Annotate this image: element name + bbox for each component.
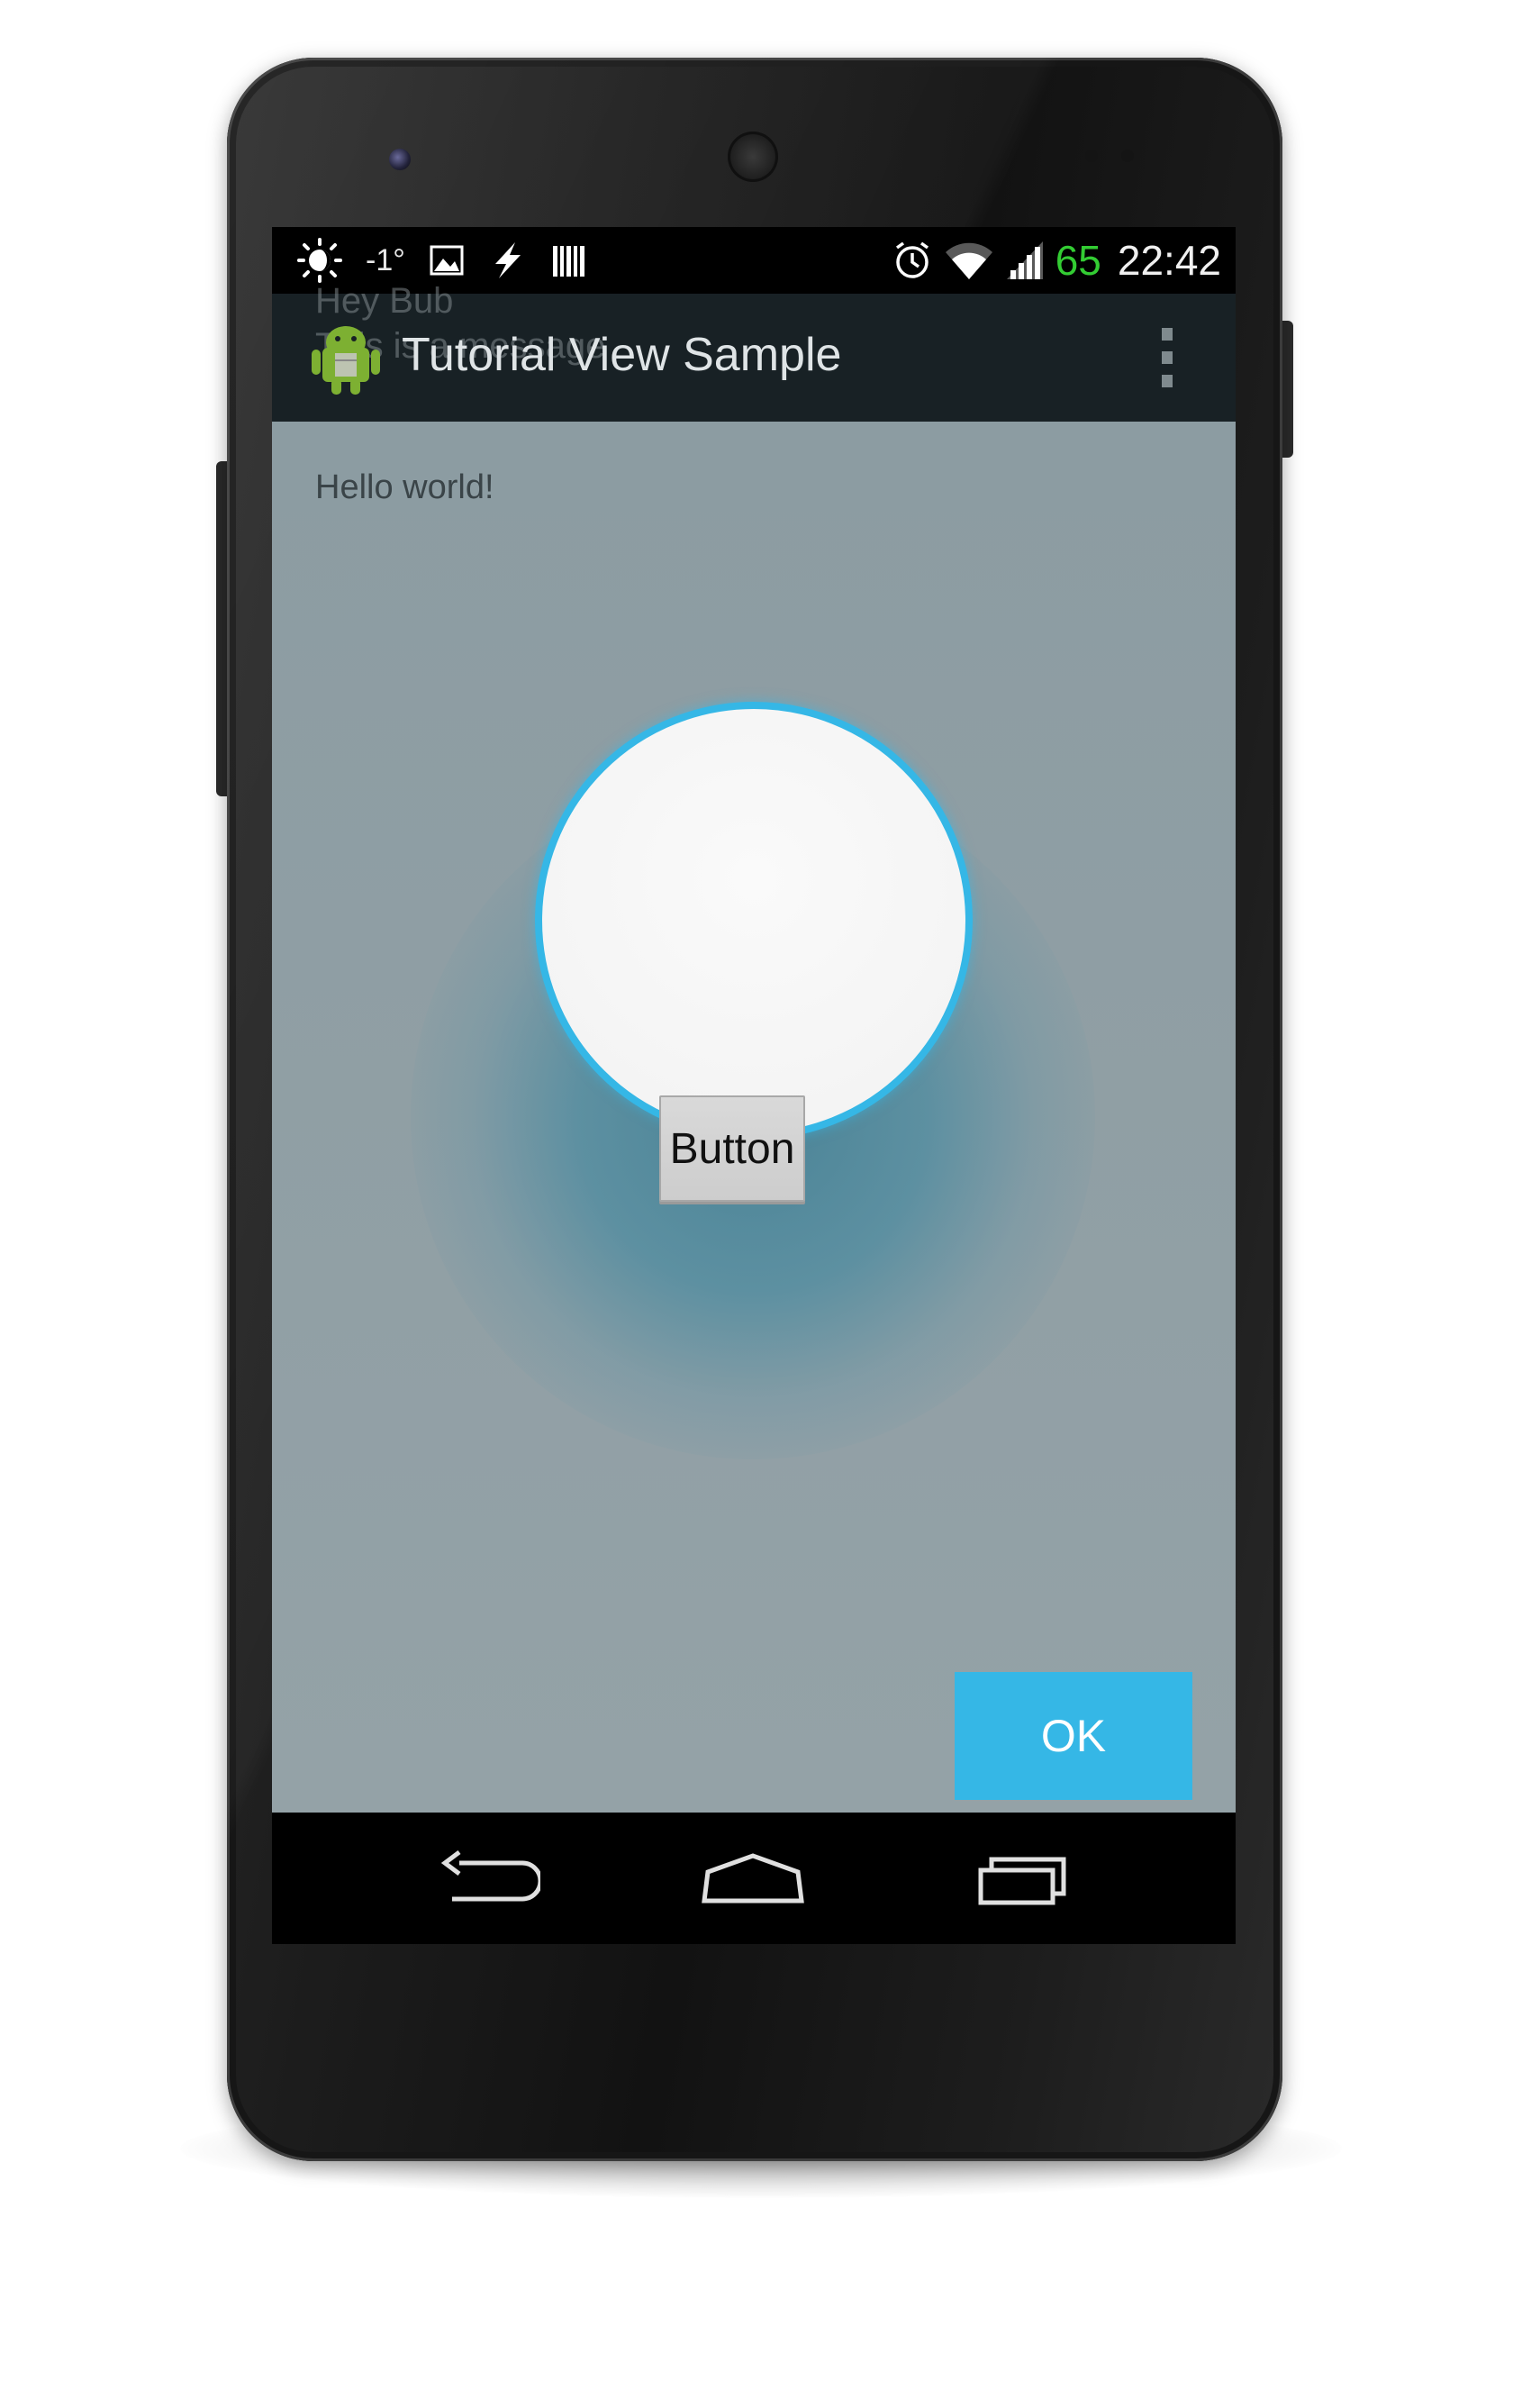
home-icon[interactable]: [699, 1843, 807, 1915]
overflow-dot: [1162, 328, 1173, 341]
ok-button[interactable]: OK: [955, 1672, 1192, 1800]
battery-level: 65: [1055, 237, 1101, 284]
android-app-icon[interactable]: [312, 321, 380, 396]
barcode-icon: [552, 246, 584, 277]
sample-button[interactable]: Button: [659, 1095, 805, 1202]
hello-text: Hello world!: [315, 468, 494, 506]
cell-signal-icon: [1006, 241, 1043, 279]
image-icon: [430, 245, 464, 276]
temperature-text: -1°: [366, 242, 405, 277]
back-icon[interactable]: [432, 1843, 540, 1915]
weather-sun-moon-icon: [297, 238, 342, 283]
status-right-group: 65 22:42: [892, 234, 1221, 286]
wifi-icon: [945, 242, 992, 279]
action-bar: Hey Bub This is a message Tutorial View …: [272, 281, 1236, 422]
flash-icon: [494, 242, 521, 278]
earpiece-speaker: [728, 132, 778, 182]
power-button: [1281, 321, 1293, 458]
action-bar-title: Tutorial View Sample: [402, 329, 842, 381]
showcase-spotlight: [535, 702, 973, 1140]
overflow-dot: [1162, 351, 1173, 364]
proximity-sensor: [1085, 150, 1098, 162]
overflow-dot: [1162, 375, 1173, 387]
recent-apps-icon[interactable]: [970, 1843, 1078, 1915]
front-camera: [389, 149, 411, 170]
overflow-menu-icon[interactable]: [1158, 328, 1176, 387]
status-clock: 22:42: [1117, 237, 1221, 284]
status-left-group: -1°: [297, 236, 587, 285]
navigation-bar: [272, 1813, 1236, 1944]
light-sensor: [1121, 150, 1134, 162]
device-mockup-stage: -1° 65 22:42 Hey Bub This is a message T…: [0, 0, 1522, 2408]
notification-ghost-title: Hey Bub: [315, 281, 454, 321]
alarm-icon: [895, 241, 929, 278]
phone-screen: -1° 65 22:42 Hey Bub This is a message T…: [272, 227, 1236, 1944]
